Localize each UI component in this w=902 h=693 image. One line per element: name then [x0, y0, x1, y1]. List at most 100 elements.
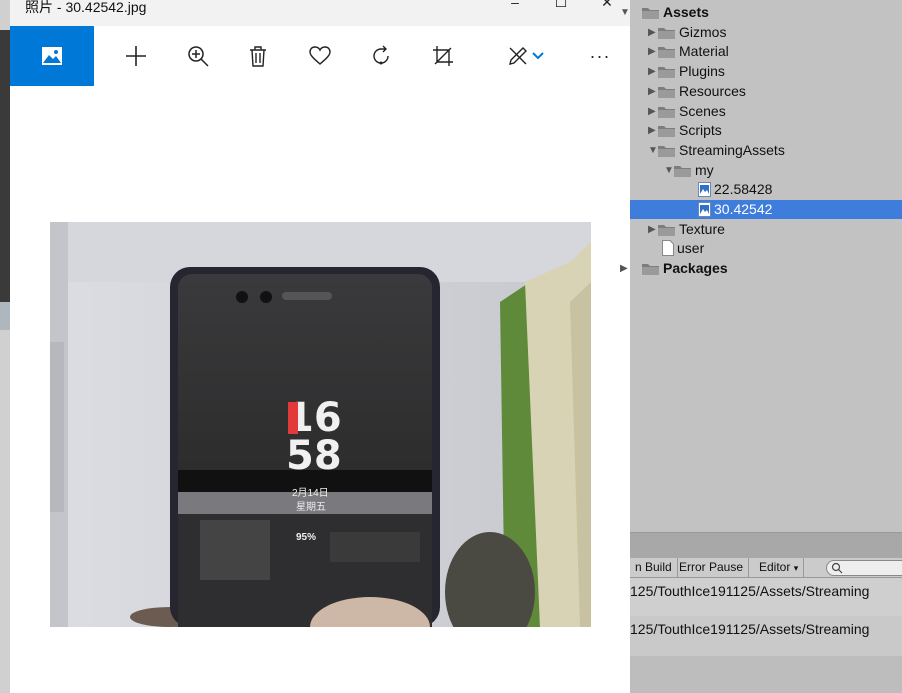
error-pause-build-toggle[interactable]: n Build — [630, 558, 678, 577]
tree-item-label: Scenes — [679, 102, 726, 119]
tree-item-gizmos[interactable]: ▶ Gizmos — [630, 23, 902, 42]
tree-item-22-58428[interactable]: 22.58428 — [630, 180, 902, 199]
file-icon — [662, 240, 674, 257]
expand-arrow-down-icon[interactable]: ▼ — [664, 165, 674, 176]
expand-arrow-right-icon[interactable]: ▶ — [648, 66, 656, 77]
background-window-dark — [0, 30, 10, 302]
tree-item-label: 22.58428 — [714, 181, 773, 198]
expand-arrow-right-icon[interactable]: ▶ — [648, 106, 656, 117]
console-empty-area — [630, 656, 902, 693]
expand-arrow-down-icon[interactable]: ▼ — [648, 145, 658, 156]
tree-item-texture[interactable]: ▶ Texture — [630, 220, 902, 239]
tree-item-label: Gizmos — [679, 23, 727, 40]
folder-icon — [658, 85, 675, 98]
console-search-input[interactable] — [826, 560, 902, 576]
tree-item-streamingassets[interactable]: ▼ StreamingAssets — [630, 141, 902, 160]
date-line: 2月14日 — [292, 488, 329, 499]
tree-item-plugins[interactable]: ▶ Plugins — [630, 62, 902, 81]
folder-icon — [658, 223, 675, 236]
background-window-edge — [0, 0, 10, 693]
tree-item-material[interactable]: ▶ Material — [630, 42, 902, 61]
plus-icon — [126, 46, 146, 66]
editor-dropdown[interactable]: Editor ▾ — [754, 558, 805, 577]
error-pause-toggle[interactable]: Error Pause — [674, 558, 750, 577]
chevron-down-icon — [532, 52, 544, 60]
console-toolbar: n Build Error Pause Editor ▾ — [630, 558, 902, 578]
folder-icon — [658, 26, 675, 39]
close-button[interactable]: ✕ — [592, 0, 622, 11]
minimize-button[interactable]: – — [500, 0, 530, 10]
title-bar: 照片 - 30.42542.jpg – ☐ ✕ — [10, 0, 630, 26]
tree-item-resources[interactable]: ▶ Resources — [630, 82, 902, 101]
expand-arrow-right-icon[interactable]: ▶ — [648, 224, 656, 235]
log-entry[interactable]: 125/TouthIce191125/Assets/Streaming — [630, 619, 869, 639]
tree-item-packages[interactable]: ▶ Packages — [620, 259, 902, 278]
tree-item-30-42542[interactable]: 30.42542 — [630, 200, 902, 219]
expand-arrow-right-icon[interactable]: ▶ — [648, 125, 656, 136]
more-button[interactable]: ··· — [582, 38, 618, 74]
clock-minute: 58 — [286, 433, 342, 479]
tree-item-label: Material — [679, 43, 729, 60]
tree-item-scripts[interactable]: ▶ Scripts — [630, 121, 902, 140]
background-window-bar — [0, 302, 10, 330]
editor-dropdown-arrow-icon: ▾ — [793, 563, 799, 573]
rotate-icon — [373, 45, 389, 65]
trash-icon — [250, 46, 266, 67]
log-entry[interactable]: 125/TouthIce191125/Assets/Streaming — [630, 581, 869, 601]
folder-icon — [658, 105, 675, 118]
maximize-button[interactable]: ☐ — [546, 0, 576, 11]
expand-arrow-right-icon[interactable]: ▶ — [648, 46, 656, 57]
clock-hour-accent — [288, 402, 298, 434]
image-file-icon — [698, 182, 711, 198]
folder-icon — [642, 6, 659, 19]
search-icon — [831, 562, 843, 574]
folder-icon — [658, 144, 675, 157]
tree-item-scenes[interactable]: ▶ Scenes — [630, 102, 902, 121]
console-log-row: 125/TouthIce191125/Assets/Streaming — [630, 616, 902, 656]
tree-item-label: Plugins — [679, 63, 725, 80]
image-icon — [42, 47, 62, 65]
tree-item-label: Resources — [679, 82, 746, 99]
editor-dropdown-label: Editor — [759, 560, 791, 574]
window-title: 照片 - 30.42542.jpg — [25, 0, 147, 15]
crop-button[interactable] — [425, 38, 461, 74]
folder-icon — [674, 164, 691, 177]
folder-icon — [658, 45, 675, 59]
battery-text: 95% — [296, 532, 317, 543]
rotate-button[interactable] — [363, 38, 399, 74]
expand-arrow-right-icon[interactable]: ▶ — [648, 86, 656, 97]
expand-arrow-down-icon[interactable]: ▼ — [620, 7, 630, 18]
tree-item-label: StreamingAssets — [679, 141, 785, 158]
heart-icon — [309, 46, 331, 65]
view-image-button[interactable] — [10, 26, 94, 86]
folder-icon — [658, 124, 675, 138]
expand-arrow-right-icon[interactable]: ▶ — [648, 27, 656, 38]
displayed-photo: 16 58 2月14日 星期五 95% — [50, 222, 591, 627]
folder-icon — [642, 262, 659, 276]
tree-item-user[interactable]: user — [630, 239, 902, 258]
edit-pen-icon — [509, 47, 527, 65]
panel-divider — [630, 532, 902, 559]
folder-icon — [658, 65, 675, 79]
tree-item-label: Assets — [663, 4, 709, 20]
tree-item-label: 30.42542 — [714, 201, 773, 217]
tree-item-label: Packages — [663, 260, 728, 277]
tree-item-label: Scripts — [679, 122, 722, 139]
add-button[interactable] — [118, 38, 154, 74]
image-file-icon — [698, 202, 711, 217]
edit-dropdown-button[interactable] — [528, 38, 548, 74]
tree-item-label: my — [695, 161, 714, 178]
weekday-line: 星期五 — [296, 502, 326, 513]
unity-editor: ▼ Assets ▶ Gizmos ▶ Material ▶ Plugins ▶ Resource… — [620, 0, 902, 693]
photos-toolbar: ··· — [10, 26, 630, 86]
favorite-button[interactable] — [302, 38, 338, 74]
zoom-in-button[interactable] — [180, 38, 216, 74]
photos-window: 照片 - 30.42542.jpg – ☐ ✕ ··· 16 58 2月14日 … — [10, 0, 630, 693]
expand-arrow-right-icon[interactable]: ▶ — [620, 263, 628, 274]
project-tree: ▼ Assets ▶ Gizmos ▶ Material ▶ Plugins ▶ Resource… — [620, 0, 902, 532]
tree-item-my[interactable]: ▼ my — [630, 161, 902, 180]
crop-icon — [433, 46, 453, 66]
delete-button[interactable] — [240, 38, 276, 74]
zoom-in-icon — [188, 46, 209, 67]
tree-item-assets[interactable]: ▼ Assets — [620, 3, 902, 22]
